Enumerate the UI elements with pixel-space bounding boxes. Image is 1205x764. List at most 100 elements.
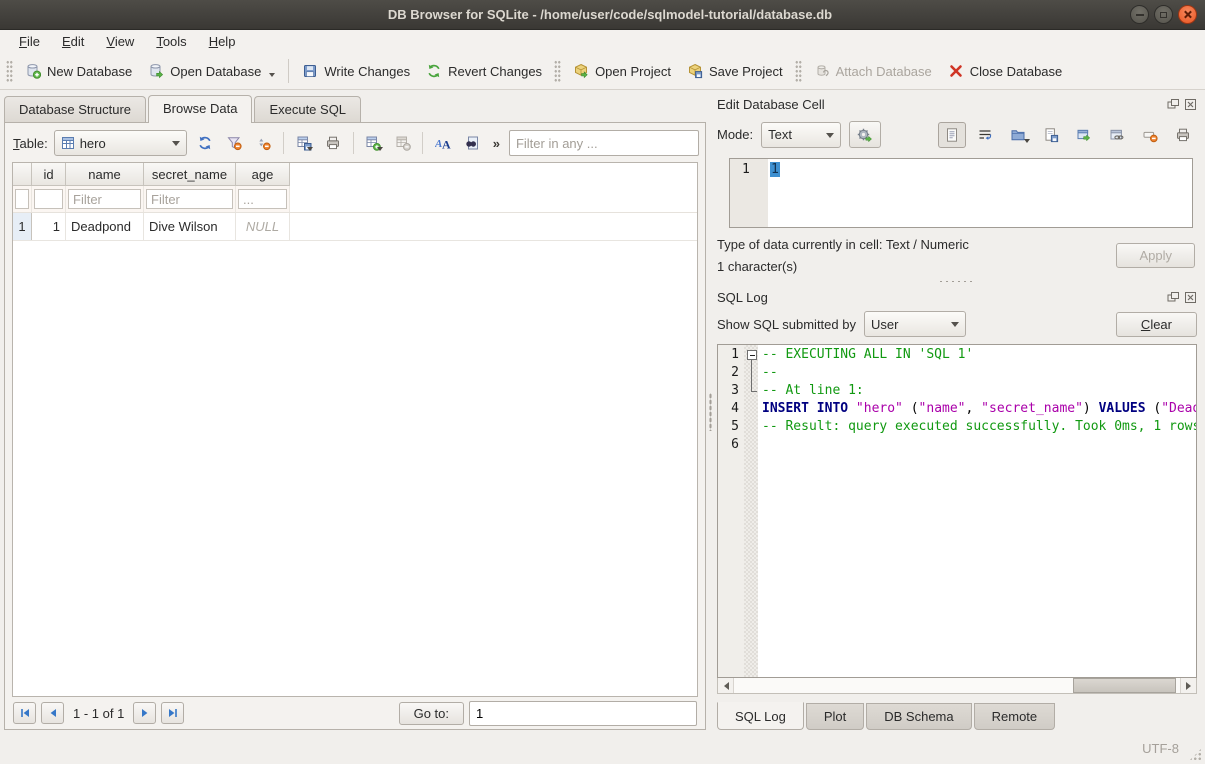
scroll-left-arrow[interactable] bbox=[718, 678, 734, 693]
minimize-button[interactable] bbox=[1130, 5, 1149, 24]
clear-filter-icon bbox=[226, 135, 242, 151]
main-tabs: Database Structure Browse Data Execute S… bbox=[4, 95, 706, 122]
apply-data-type-button[interactable] bbox=[849, 121, 881, 148]
clear-sort-button[interactable] bbox=[252, 130, 275, 156]
cell-editor[interactable]: 1 1 bbox=[729, 158, 1193, 228]
insert-record-button[interactable] bbox=[361, 130, 384, 156]
float-dock-icon[interactable] bbox=[1167, 98, 1180, 111]
column-header-name[interactable]: name bbox=[66, 163, 144, 186]
sql-log-content[interactable]: -- EXECUTING ALL IN 'SQL 1'---- At line … bbox=[758, 345, 1196, 677]
menu-file[interactable]: File bbox=[8, 31, 51, 52]
filter-any-column-input[interactable] bbox=[509, 130, 699, 156]
word-wrap-button[interactable] bbox=[971, 122, 999, 148]
revert-changes-button[interactable]: Revert Changes bbox=[418, 58, 550, 84]
close-button[interactable] bbox=[1178, 5, 1197, 24]
resize-grip[interactable] bbox=[1189, 748, 1202, 761]
data-grid: id name secret_name age bbox=[12, 162, 698, 697]
last-page-button[interactable] bbox=[161, 702, 184, 724]
maximize-button[interactable] bbox=[1154, 5, 1173, 24]
clear-log-button[interactable]: Clear bbox=[1116, 312, 1197, 337]
write-changes-button[interactable]: Write Changes bbox=[294, 58, 418, 84]
menu-view[interactable]: View bbox=[95, 31, 145, 52]
close-dock-icon[interactable] bbox=[1184, 98, 1197, 111]
filter-input-name[interactable] bbox=[68, 189, 141, 209]
dock-splitter[interactable] bbox=[717, 274, 1197, 288]
scrollbar-track[interactable] bbox=[734, 678, 1180, 693]
refresh-button[interactable] bbox=[193, 130, 216, 156]
tab-database-structure[interactable]: Database Structure bbox=[4, 96, 146, 122]
export-table-button[interactable] bbox=[292, 130, 315, 156]
filter-input-age[interactable] bbox=[238, 189, 287, 209]
cell-editor-content[interactable]: 1 bbox=[768, 159, 1192, 227]
clear-filters-button[interactable] bbox=[222, 130, 245, 156]
grid-corner-cell[interactable] bbox=[13, 163, 32, 186]
toolbar-drag-handle[interactable] bbox=[554, 60, 561, 82]
fold-marker-start[interactable] bbox=[744, 346, 758, 364]
open-database-button[interactable]: Open Database bbox=[140, 58, 283, 85]
open-project-label: Open Project bbox=[595, 64, 671, 79]
font-settings-button[interactable]: AA bbox=[431, 130, 454, 156]
write-changes-label: Write Changes bbox=[324, 64, 410, 79]
dock-tab-plot[interactable]: Plot bbox=[806, 703, 864, 730]
export-cell-data-button[interactable] bbox=[1037, 122, 1065, 148]
column-header-secret-name[interactable]: secret_name bbox=[144, 163, 236, 186]
row-number-cell[interactable]: 1 bbox=[13, 213, 32, 240]
goto-button[interactable]: Go to: bbox=[399, 702, 464, 725]
filter-input-rownum[interactable] bbox=[15, 189, 29, 209]
scroll-right-arrow[interactable] bbox=[1180, 678, 1196, 693]
next-page-icon bbox=[139, 707, 151, 719]
filter-input-id[interactable] bbox=[34, 189, 63, 209]
dock-tab-db-schema[interactable]: DB Schema bbox=[866, 703, 971, 730]
scrollbar-thumb[interactable] bbox=[1073, 678, 1176, 693]
filter-input-secret-name[interactable] bbox=[146, 189, 233, 209]
first-page-button[interactable] bbox=[13, 702, 36, 724]
menu-tools[interactable]: Tools bbox=[145, 31, 197, 52]
cell-id[interactable]: 1 bbox=[32, 213, 66, 240]
goto-input[interactable] bbox=[469, 701, 697, 726]
sql-log-hscrollbar[interactable] bbox=[717, 678, 1197, 694]
table-select[interactable]: hero bbox=[54, 130, 187, 156]
toolbar-overflow-button[interactable]: » bbox=[490, 136, 503, 151]
column-header-age[interactable]: age bbox=[236, 163, 290, 186]
log-line-number: 3 bbox=[718, 382, 739, 400]
menu-help[interactable]: Help bbox=[198, 31, 247, 52]
close-dock-icon[interactable] bbox=[1184, 291, 1197, 304]
open-project-button[interactable]: Open Project bbox=[565, 58, 679, 84]
panel-splitter[interactable] bbox=[706, 90, 715, 733]
tab-browse-data[interactable]: Browse Data bbox=[148, 95, 252, 123]
cell-secret-name[interactable]: Dive Wilson bbox=[144, 213, 236, 240]
menu-edit[interactable]: Edit bbox=[51, 31, 95, 52]
find-in-table-button[interactable] bbox=[460, 130, 483, 156]
attach-database-label: Attach Database bbox=[836, 64, 932, 79]
new-database-button[interactable]: New Database bbox=[17, 58, 140, 84]
column-header-id[interactable]: id bbox=[32, 163, 66, 186]
print-table-button[interactable] bbox=[321, 130, 344, 156]
mode-select-value: Text bbox=[768, 127, 792, 142]
dock-tab-remote[interactable]: Remote bbox=[974, 703, 1056, 730]
open-database-dropdown-arrow[interactable] bbox=[269, 73, 275, 80]
close-database-label: Close Database bbox=[970, 64, 1063, 79]
toolbar-drag-handle[interactable] bbox=[795, 60, 802, 82]
cell-name[interactable]: Deadpond bbox=[66, 213, 144, 240]
mode-select[interactable]: Text bbox=[761, 122, 841, 148]
float-dock-icon[interactable] bbox=[1167, 291, 1180, 304]
import-cell-data-button[interactable] bbox=[1004, 122, 1032, 148]
printer-icon bbox=[325, 135, 341, 151]
copy-url-button[interactable] bbox=[1103, 122, 1131, 148]
next-page-button[interactable] bbox=[133, 702, 156, 724]
sql-log-fold-margin[interactable] bbox=[744, 345, 758, 677]
dock-tabs: SQL Log Plot DB Schema Remote bbox=[717, 703, 1197, 730]
set-null-button[interactable] bbox=[1136, 122, 1164, 148]
toolbar-drag-handle[interactable] bbox=[6, 60, 13, 82]
print-cell-button[interactable] bbox=[1169, 122, 1197, 148]
dock-tab-sql-log[interactable]: SQL Log bbox=[717, 702, 804, 730]
text-mode-button[interactable] bbox=[938, 122, 966, 148]
tab-execute-sql[interactable]: Execute SQL bbox=[254, 96, 361, 122]
open-in-external-button[interactable] bbox=[1070, 122, 1098, 148]
cell-age[interactable]: NULL bbox=[236, 213, 290, 240]
sql-log-editor[interactable]: 123456 -- EXECUTING ALL IN 'SQL 1'---- A… bbox=[717, 344, 1197, 678]
save-project-button[interactable]: Save Project bbox=[679, 58, 791, 84]
previous-page-button[interactable] bbox=[41, 702, 64, 724]
submitted-by-select[interactable]: User bbox=[864, 311, 966, 337]
close-database-button[interactable]: Close Database bbox=[940, 58, 1071, 84]
